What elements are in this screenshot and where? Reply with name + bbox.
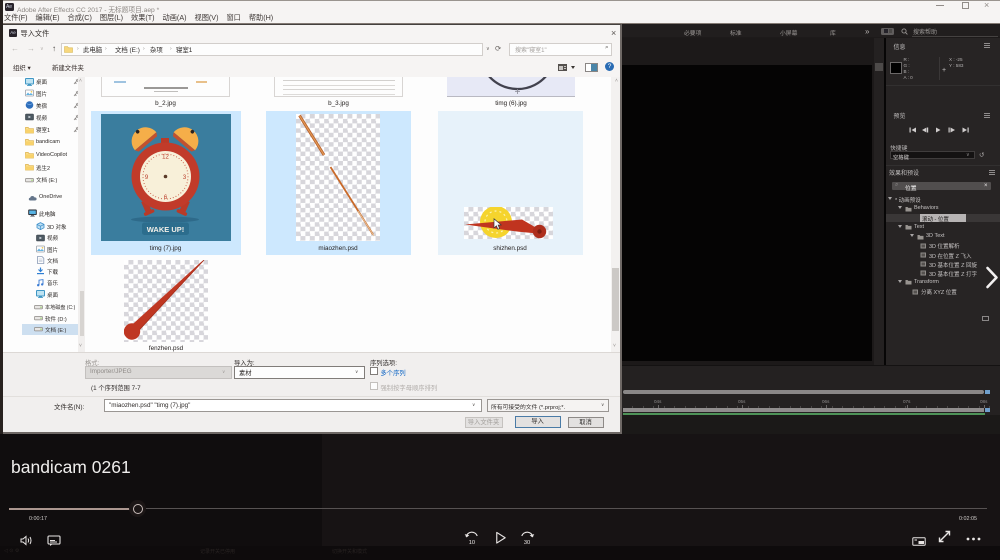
svg-text:WAKE UP!: WAKE UP! <box>146 225 184 234</box>
svg-text:10: 10 <box>469 540 475 545</box>
svg-text:30: 30 <box>524 540 530 545</box>
svg-text:12: 12 <box>162 155 169 161</box>
